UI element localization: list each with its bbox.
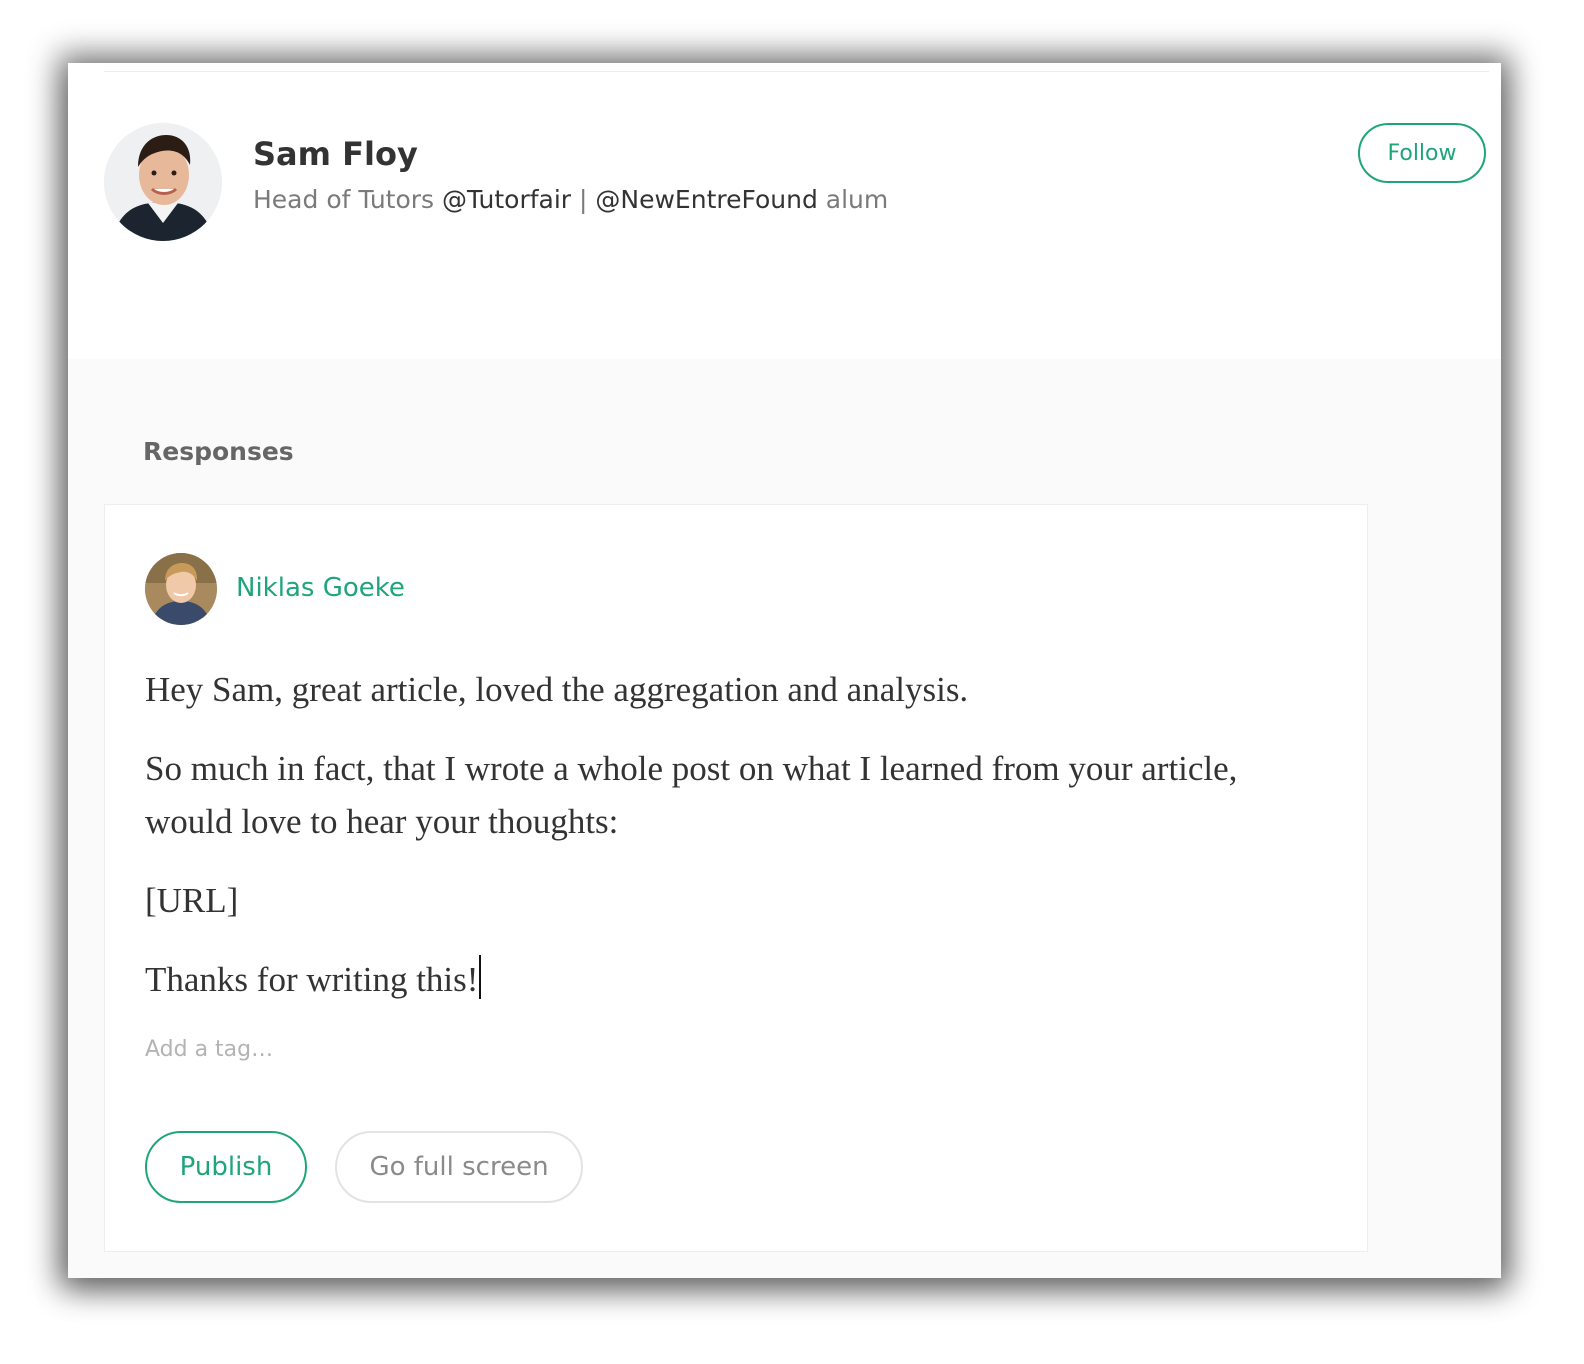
divider	[104, 71, 1489, 72]
response-paragraph: Hey Sam, great article, loved the aggreg…	[145, 670, 969, 709]
publish-button[interactable]: Publish	[145, 1131, 307, 1203]
app-window: Sam Floy Head of Tutors @Tutorfair | @Ne…	[68, 63, 1501, 1278]
follow-button[interactable]: Follow	[1358, 123, 1486, 183]
person-avatar-icon	[104, 123, 222, 241]
response-text-editor[interactable]: Hey Sam, great article, loved the aggreg…	[145, 663, 1275, 1032]
tag-input[interactable]	[145, 1037, 545, 1062]
author-bio-suffix: alum	[817, 185, 889, 214]
author-bio: Head of Tutors @Tutorfair | @NewEntreFou…	[253, 185, 888, 214]
text-cursor	[479, 955, 482, 999]
mention-link-tutorfair[interactable]: @Tutorfair	[442, 185, 571, 214]
author-bio-text: Head of Tutors	[253, 185, 443, 214]
author-bio-separator: |	[571, 185, 596, 214]
response-paragraph-last: Thanks for writing this!	[145, 953, 1275, 1006]
response-paragraph: So much in fact, that I wrote a whole po…	[145, 749, 1238, 841]
response-editor-card: Niklas Goeke Hey Sam, great article, lov…	[104, 504, 1368, 1252]
response-paragraph: [URL]	[145, 881, 239, 920]
author-avatar[interactable]	[104, 123, 222, 241]
author-name[interactable]: Sam Floy	[253, 135, 418, 173]
go-full-screen-button[interactable]: Go full screen	[335, 1131, 583, 1203]
responder-name-link[interactable]: Niklas Goeke	[236, 573, 405, 603]
responder-avatar[interactable]	[145, 553, 217, 625]
responses-section: Responses Niklas Goeke Hey Sam, great ar…	[68, 359, 1501, 1278]
mention-link-newentrefound[interactable]: @NewEntreFound	[595, 185, 817, 214]
response-paragraph-text: Thanks for writing this!	[145, 960, 479, 999]
responses-heading: Responses	[143, 437, 294, 466]
person-avatar-icon	[145, 553, 217, 625]
author-header: Sam Floy Head of Tutors @Tutorfair | @Ne…	[68, 63, 1501, 359]
